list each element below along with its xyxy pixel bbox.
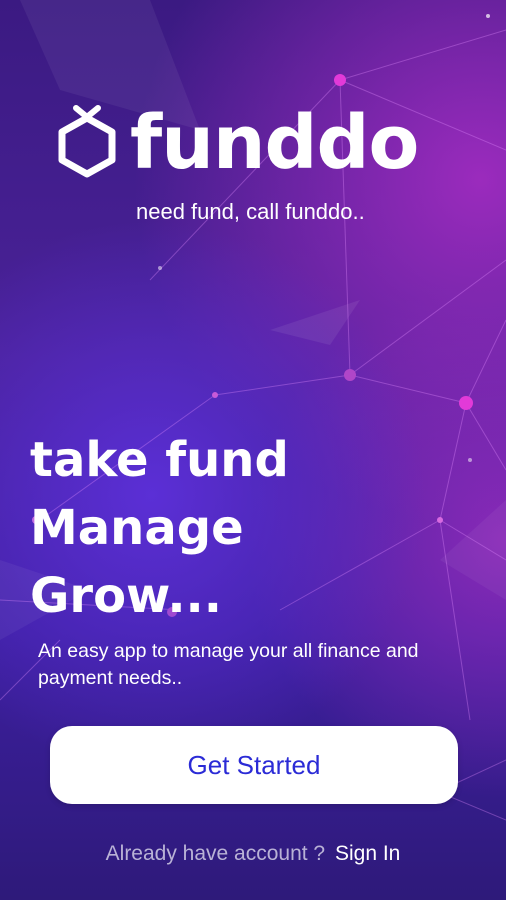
headline-line-2: Manage — [30, 500, 244, 556]
sign-in-link[interactable]: Sign In — [335, 842, 400, 865]
headline-line-1: take fund — [30, 432, 289, 488]
headline-line-3: Grow... — [30, 568, 223, 624]
hero-headline: take fund Manage Grow... — [30, 426, 289, 630]
hexagon-logo-icon — [58, 105, 116, 178]
signin-row: Already have account ? Sign In — [0, 842, 506, 866]
get-started-button[interactable]: Get Started — [50, 726, 458, 804]
welcome-screen: funddo need fund, call funddo.. take fun… — [0, 0, 506, 900]
brand-logo: funddo — [54, 100, 419, 186]
signin-prompt: Already have account ? — [105, 842, 326, 865]
brand-name: funddo — [130, 100, 419, 186]
hero-description: An easy app to manage your all finance a… — [38, 640, 419, 689]
brand-tagline: need fund, call funddo.. — [136, 199, 365, 224]
